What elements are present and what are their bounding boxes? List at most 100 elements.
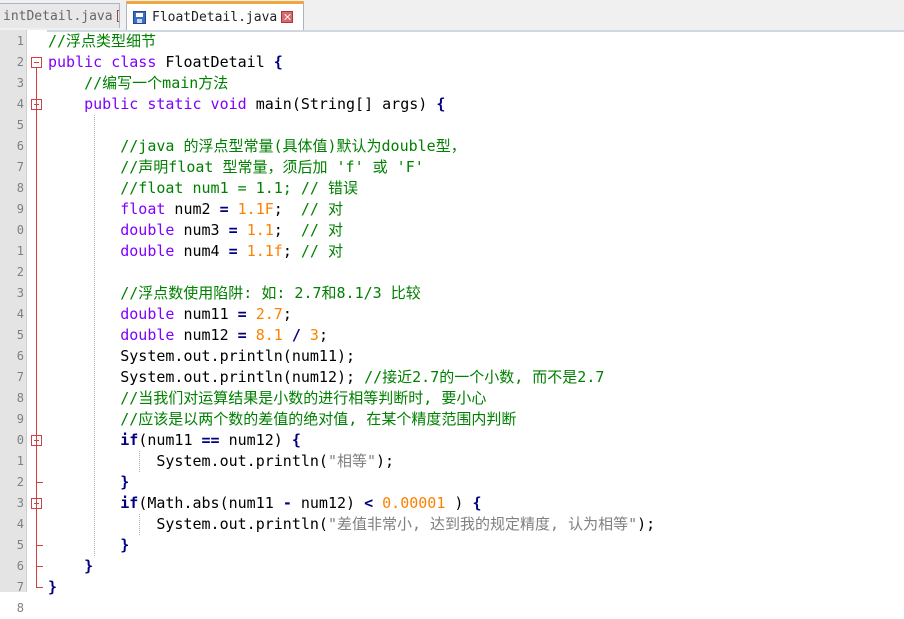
code-token: float — [120, 200, 166, 218]
fold-end — [36, 587, 43, 588]
line-number: 2 — [16, 55, 24, 69]
code-line[interactable]: public static void main(String[] args) { — [48, 94, 445, 115]
code-token: = — [219, 200, 229, 218]
code-token: 0.00001 — [382, 494, 446, 512]
fold-end — [36, 482, 43, 483]
code-token: ; — [282, 305, 292, 323]
save-icon — [133, 10, 146, 24]
code-token: ; — [282, 242, 301, 260]
code-token: //浮点数使用陷阱: 如: 2.7和8.1/3 比较 — [48, 284, 421, 302]
code-line[interactable]: } — [48, 556, 93, 577]
code-line[interactable]: float num2 = 1.1F; // 对 — [48, 199, 343, 220]
code-line[interactable]: if(num11 == num12) { — [48, 430, 301, 451]
close-icon[interactable] — [281, 11, 294, 23]
code-line[interactable]: double num3 = 1.1; // 对 — [48, 220, 343, 241]
line-number: 9 — [16, 202, 24, 216]
code-line[interactable]: //java 的浮点型常量(具体值)默认为double型， — [48, 136, 465, 157]
fold-end — [36, 545, 43, 546]
line-number: 5 — [16, 118, 24, 132]
code-line[interactable]: } — [48, 535, 129, 556]
code-token: = — [237, 326, 247, 344]
line-number: 2 — [16, 265, 24, 279]
code-token: // 对 — [300, 221, 343, 239]
code-token: { — [273, 53, 283, 71]
code-line[interactable]: } — [48, 577, 57, 598]
line-number: 1 — [16, 34, 24, 48]
line-number: 4 — [16, 307, 24, 321]
code-token: ; — [273, 200, 301, 218]
line-number: 5 — [16, 538, 24, 552]
code-token: double — [120, 221, 175, 239]
line-number: 1 — [16, 454, 24, 468]
line-number: 2 — [16, 475, 24, 489]
code-token: } — [48, 578, 58, 596]
code-token: { — [291, 431, 301, 449]
code-line[interactable]: double num11 = 2.7; — [48, 304, 292, 325]
code-line[interactable]: double num12 = 8.1 / 3; — [48, 325, 328, 346]
code-line[interactable]: //浮点数使用陷阱: 如: 2.7和8.1/3 比较 — [48, 283, 421, 304]
code-token: (num11 — [138, 431, 202, 449]
code-token: System.out.println( — [48, 515, 328, 533]
code-token: ); — [376, 452, 395, 470]
line-number: 7 — [16, 370, 24, 384]
code-token: double — [120, 326, 175, 344]
code-line[interactable]: System.out.println(num12); //接近2.7的一个小数,… — [48, 367, 604, 388]
code-line[interactable]: //浮点类型细节 — [48, 31, 156, 52]
line-number: 0 — [16, 223, 24, 237]
code-token: if — [120, 494, 139, 512]
close-icon[interactable] — [116, 10, 119, 22]
code-token: num12) — [291, 494, 365, 512]
code-token: / — [291, 326, 301, 344]
line-number: 0 — [16, 433, 24, 447]
line-number: 8 — [16, 181, 24, 195]
code-token: = — [228, 221, 238, 239]
line-number: 5 — [16, 328, 24, 342]
code-token: //接近2.7的一个小数, 而不是2.7 — [364, 368, 605, 386]
line-number: 9 — [16, 412, 24, 426]
line-number: 3 — [16, 286, 24, 300]
code-token: < — [364, 494, 374, 512]
code-token: ) — [445, 494, 473, 512]
code-editor[interactable]: 1//浮点类型细节 2 public class FloatDetail {3 //… — [0, 30, 904, 615]
code-token: double — [120, 305, 175, 323]
indent-guide — [94, 115, 95, 556]
code-line[interactable]: } — [48, 472, 129, 493]
code-line[interactable]: if(Math.abs(num11 - num12) < 0.00001 ) { — [48, 493, 481, 514]
tab-intdetail[interactable]: intDetail.java — [0, 3, 120, 28]
tab-floatdetail[interactable]: FloatDetail.java — [126, 1, 304, 30]
code-line[interactable]: System.out.println("相等"); — [48, 451, 394, 472]
tab-bar: intDetail.java FloatDetail.java — [0, 0, 904, 32]
code-line[interactable]: public class FloatDetail { — [48, 52, 283, 73]
code-token: } — [120, 536, 130, 554]
line-number: 3 — [16, 496, 24, 510]
code-line[interactable]: //编写一个main方法 — [48, 73, 228, 94]
fold-toggle-icon[interactable] — [31, 57, 42, 68]
code-token: double — [120, 242, 175, 260]
code-token: ; — [318, 326, 328, 344]
code-token: //编写一个main方法 — [48, 74, 229, 92]
line-number: 7 — [16, 160, 24, 174]
code-token: "差值非常小, 达到我的规定精度, 认为相等" — [327, 515, 638, 533]
code-line[interactable]: //声明float 型常量，须后加 'f' 或 'F' — [48, 157, 424, 178]
code-token: 3 — [309, 326, 319, 344]
code-line[interactable]: double num4 = 1.1f; // 对 — [48, 241, 343, 262]
code-token: num12 — [174, 326, 238, 344]
code-token: = — [228, 242, 238, 260]
code-token: // 对 — [300, 242, 343, 260]
code-line[interactable]: //当我们对运算结果是小数的进行相等判断时, 要小心 — [48, 388, 486, 409]
code-token: // 对 — [300, 200, 343, 218]
code-token: } — [120, 473, 130, 491]
code-token: main(String[] args) — [246, 95, 437, 113]
code-line[interactable]: //应该是以两个数的差值的绝对值, 在某个精度范围内判断 — [48, 409, 516, 430]
code-token: if — [120, 431, 139, 449]
line-number: 8 — [16, 391, 24, 405]
code-token: 2.7 — [255, 305, 283, 323]
